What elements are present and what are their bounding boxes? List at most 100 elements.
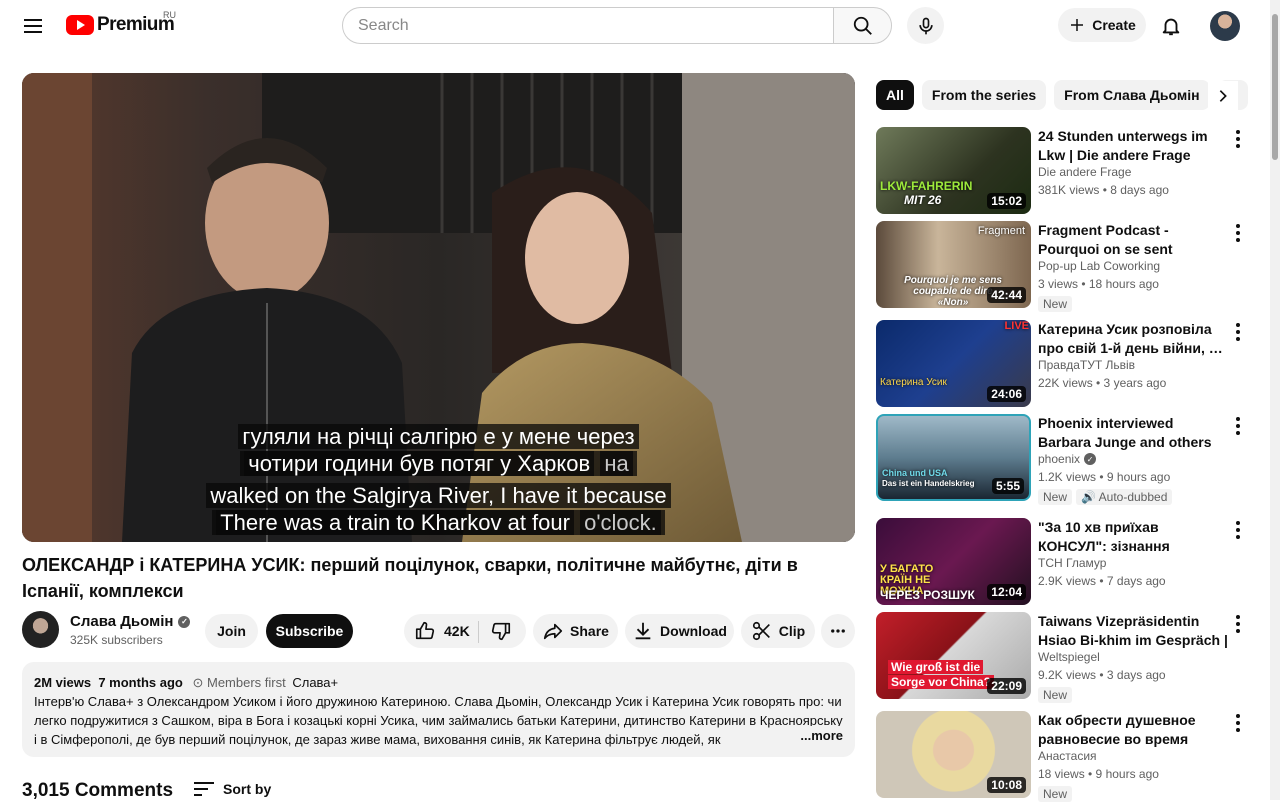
related-badges: New 🔊 Auto-dubbed: [1038, 489, 1173, 505]
like-button[interactable]: 42K: [414, 620, 470, 642]
channel-avatar[interactable]: [22, 611, 59, 648]
related-channel-name: Weltspiegel: [1038, 650, 1100, 664]
create-button[interactable]: Create: [1058, 8, 1146, 42]
more-vertical-icon[interactable]: [1232, 129, 1244, 149]
related-title: Fragment Podcast - Pourquoi on se sent c…: [1038, 222, 1173, 257]
sort-by-button[interactable]: Sort by: [193, 780, 271, 798]
youtube-premium-logo[interactable]: Premium RU: [66, 10, 176, 36]
search-input[interactable]: Search: [342, 7, 834, 44]
related-video[interactable]: China und USA Das ist ein Handelskrieg 5…: [876, 414, 1256, 505]
description-box[interactable]: 2M views 7 months ago ⊙ Members first Сл…: [22, 662, 855, 757]
search-button[interactable]: [833, 7, 892, 44]
related-channel[interactable]: phoenix ✓: [1038, 452, 1097, 466]
membership-label: Слава+: [292, 675, 339, 690]
channel-name-link[interactable]: Слава Дьомін ✓: [70, 613, 191, 630]
video-player[interactable]: гуляли на річці салгірю е у мене через ч…: [22, 73, 855, 542]
thumbnail-caption: China und USA: [882, 468, 948, 478]
join-button[interactable]: Join: [205, 614, 258, 648]
related-channel[interactable]: Weltspiegel: [1038, 650, 1100, 664]
auto-dubbed-label: Auto-dubbed: [1098, 490, 1168, 504]
join-label: Join: [217, 623, 246, 639]
subtitle-line-3: walked on the Salgirya River, I have it …: [22, 482, 855, 509]
new-badge: New: [1038, 296, 1073, 312]
related-video[interactable]: Fragment Pourquoi je me sens coupable de…: [876, 221, 1256, 312]
related-channel[interactable]: ТСН Гламур: [1038, 556, 1106, 570]
video-duration: 10:08: [987, 777, 1026, 793]
video-thumbnail[interactable]: 10:08: [876, 711, 1031, 798]
more-actions-button[interactable]: [821, 614, 855, 648]
bell-icon: [1162, 18, 1180, 36]
video-thumbnail[interactable]: Fragment Pourquoi je me sens coupable de…: [876, 221, 1031, 308]
related-channel[interactable]: Die andere Frage: [1038, 165, 1131, 179]
video-thumbnail[interactable]: LIVE Катерина Усик 24:06: [876, 320, 1031, 407]
chevron-right-icon: [1219, 90, 1227, 102]
sort-by-label: Sort by: [223, 781, 272, 797]
more-vertical-icon[interactable]: [1232, 416, 1244, 436]
related-title: "За 10 хв приїхав КОНСУЛ": зізнання Єфро…: [1038, 519, 1170, 554]
video-thumbnail[interactable]: LKW-FAHRERIN MIT 26 15:02: [876, 127, 1031, 214]
thumbnail-caption-2: Sorge vor China?: [888, 675, 995, 689]
related-channel-name: ТСН Гламур: [1038, 556, 1107, 570]
chips-next-button[interactable]: [1208, 81, 1238, 111]
clip-button[interactable]: Clip: [741, 614, 815, 648]
video-title: ОЛЕКСАНДР і КАТЕРИНА УСИК: перший поцілу…: [22, 555, 798, 601]
page-scrollbar[interactable]: [1270, 0, 1280, 800]
related-badges: New: [1038, 296, 1073, 312]
more-vertical-icon[interactable]: [1232, 614, 1244, 634]
related-title: 24 Stunden unterwegs im Lkw | Die andere…: [1038, 128, 1208, 163]
scrollbar-thumb[interactable]: [1272, 14, 1278, 160]
related-channel[interactable]: Анастасия: [1038, 749, 1097, 763]
new-badge: New: [1038, 489, 1073, 505]
like-dislike-group: 42K: [404, 614, 526, 648]
share-button[interactable]: Share: [533, 614, 618, 648]
related-video[interactable]: Wie groß ist die Sorge vor China? 22:09 …: [876, 612, 1256, 703]
more-vertical-icon[interactable]: [1232, 520, 1244, 540]
video-thumbnail[interactable]: Wie groß ist die Sorge vor China? 22:09: [876, 612, 1031, 699]
subscribe-button[interactable]: Subscribe: [266, 614, 353, 648]
related-channel[interactable]: Pop-up Lab Coworking: [1038, 259, 1160, 273]
menu-icon[interactable]: [20, 13, 46, 39]
video-duration: 12:04: [987, 584, 1026, 600]
subscriber-count: 325K subscribers: [70, 633, 163, 647]
thumbnail-caption-2: Fragment: [977, 225, 1025, 237]
members-first-badge: ⊙ Members first Слава+: [192, 675, 339, 690]
more-vertical-icon[interactable]: [1232, 713, 1244, 733]
related-channel[interactable]: ПравдаТУТ Львів: [1038, 358, 1135, 372]
related-video[interactable]: LIVE Катерина Усик 24:06 Катерина Усик р…: [876, 320, 1256, 408]
auto-dubbed-badge: 🔊 Auto-dubbed: [1076, 489, 1173, 505]
like-count: 42K: [444, 623, 470, 639]
dislike-button[interactable]: [490, 620, 512, 645]
description-more-link[interactable]: ...more: [797, 726, 843, 745]
like-divider: [478, 621, 479, 643]
subtitle-line-4: There was a train to Kharkov at four o'c…: [22, 509, 855, 536]
account-avatar[interactable]: [1210, 11, 1240, 41]
thumbnail-caption-2: MIT 26: [904, 193, 942, 207]
related-video[interactable]: У БАГАТО КРАЇН НЕ МОЖНА ЧЕРЕЗ РОЗШУК 12:…: [876, 518, 1256, 606]
related-channel-name: Анастасия: [1038, 749, 1097, 763]
video-duration: 22:09: [987, 678, 1026, 694]
thumbnail-caption: LKW-FAHRERIN: [880, 179, 973, 193]
chip-from-series[interactable]: From the series: [921, 80, 1047, 110]
description-text: Інтерв'ю Слава+ з Олександром Усиком і й…: [34, 694, 843, 747]
more-vertical-icon[interactable]: [1232, 322, 1244, 342]
more-vertical-icon[interactable]: [1232, 223, 1244, 243]
related-meta: 22K views • 3 years ago: [1038, 376, 1167, 390]
voice-search-button[interactable]: [907, 7, 944, 44]
thumbnail-caption: Wie groß ist die: [888, 660, 984, 674]
country-code: RU: [163, 10, 176, 20]
notifications-button[interactable]: [1158, 13, 1184, 39]
thumbnail-caption: Катерина Усик: [880, 377, 947, 388]
related-channel-name: Pop-up Lab Coworking: [1038, 259, 1161, 273]
chip-from-channel[interactable]: From Слава Дьомін: [1054, 80, 1210, 110]
thumbnail-caption-2: ЧЕРЕЗ РОЗШУК: [880, 588, 975, 602]
video-thumbnail[interactable]: China und USA Das ist ein Handelskrieg 5…: [876, 414, 1031, 501]
related-video[interactable]: LKW-FAHRERIN MIT 26 15:02 24 Stunden unt…: [876, 127, 1256, 215]
video-thumbnail[interactable]: У БАГАТО КРАЇН НЕ МОЖНА ЧЕРЕЗ РОЗШУК 12:…: [876, 518, 1031, 605]
thumbs-down-icon: [491, 622, 511, 641]
chip-all[interactable]: All: [876, 80, 914, 110]
thumbnail-caption-2: LIVE: [1004, 320, 1029, 332]
related-video[interactable]: 10:08 Как обрести душевное равновесие во…: [876, 711, 1256, 802]
scissors-icon: [752, 621, 770, 641]
sort-icon: [194, 782, 214, 796]
download-button[interactable]: Download: [625, 614, 734, 648]
